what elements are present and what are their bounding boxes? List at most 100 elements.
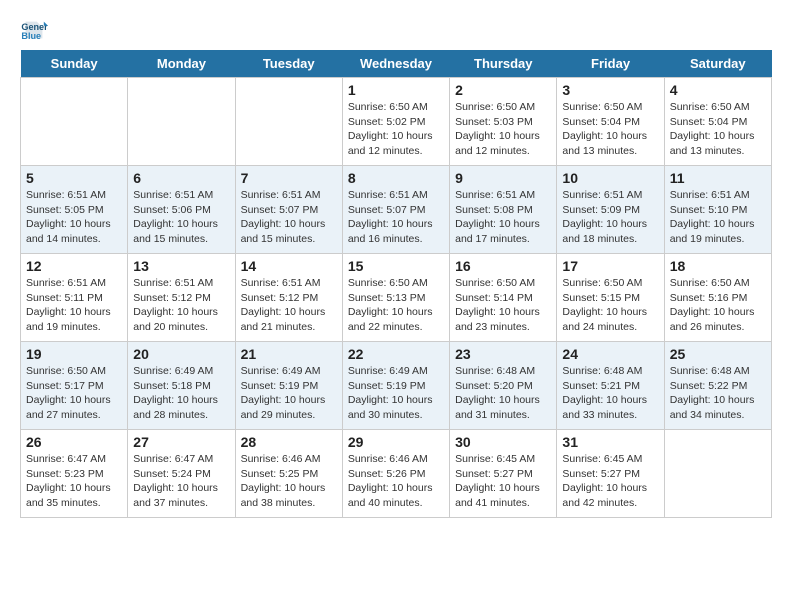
calendar-cell: 25Sunrise: 6:48 AMSunset: 5:22 PMDayligh…: [664, 342, 771, 430]
calendar-cell: 16 Sunrise: 6:50 AMSunset: 5:14 PMDayligh…: [450, 254, 557, 342]
day-number: 6: [133, 170, 229, 186]
day-info: Sunrise: 6:49 AMSunset: 5:19 PMDaylight:…: [241, 364, 337, 423]
day-info: Sunrise: 6:51 AMSunset: 5:05 PMDaylight:…: [26, 188, 122, 247]
calendar-week-row: 19 Sunrise: 6:50 AMSunset: 5:17 PMDayligh…: [21, 342, 772, 430]
day-number: 5: [26, 170, 122, 186]
weekday-header-monday: Monday: [128, 50, 235, 78]
calendar-cell: 8 Sunrise: 6:51 AMSunset: 5:07 PMDaylight…: [342, 166, 449, 254]
calendar-cell: 14Sunrise: 6:51 AMSunset: 5:12 PMDayligh…: [235, 254, 342, 342]
calendar-cell: [235, 78, 342, 166]
day-number: 22: [348, 346, 444, 362]
calendar-cell: 24Sunrise: 6:48 AMSunset: 5:21 PMDayligh…: [557, 342, 664, 430]
calendar-cell: 15 Sunrise: 6:50 AMSunset: 5:13 PMDayligh…: [342, 254, 449, 342]
calendar-week-row: 26 Sunrise: 6:47 AMSunset: 5:23 PMDayligh…: [21, 430, 772, 518]
calendar-cell: 3Sunrise: 6:50 AMSunset: 5:04 PMDaylight…: [557, 78, 664, 166]
calendar-cell: 29 Sunrise: 6:46 AMSunset: 5:26 PMDayligh…: [342, 430, 449, 518]
calendar-cell: 11 Sunrise: 6:51 AMSunset: 5:10 PMDayligh…: [664, 166, 771, 254]
day-info: Sunrise: 6:51 AMSunset: 5:12 PMDaylight:…: [241, 276, 337, 335]
day-number: 4: [670, 82, 766, 98]
weekday-header-sunday: Sunday: [21, 50, 128, 78]
day-info: Sunrise: 6:51 AMSunset: 5:07 PMDaylight:…: [348, 188, 444, 247]
day-number: 29: [348, 434, 444, 450]
day-info: Sunrise: 6:48 AMSunset: 5:20 PMDaylight:…: [455, 364, 551, 423]
calendar-cell: 2 Sunrise: 6:50 AMSunset: 5:03 PMDaylight…: [450, 78, 557, 166]
calendar-cell: 4Sunrise: 6:50 AMSunset: 5:04 PMDaylight…: [664, 78, 771, 166]
day-number: 19: [26, 346, 122, 362]
day-info: Sunrise: 6:51 AMSunset: 5:10 PMDaylight:…: [670, 188, 766, 247]
calendar-cell: 9Sunrise: 6:51 AMSunset: 5:08 PMDaylight…: [450, 166, 557, 254]
day-info: Sunrise: 6:49 AMSunset: 5:19 PMDaylight:…: [348, 364, 444, 423]
day-info: Sunrise: 6:47 AMSunset: 5:23 PMDaylight:…: [26, 452, 122, 511]
calendar-cell: 31 Sunrise: 6:45 AMSunset: 5:27 PMDayligh…: [557, 430, 664, 518]
day-number: 1: [348, 82, 444, 98]
day-info: Sunrise: 6:45 AMSunset: 5:27 PMDaylight:…: [562, 452, 658, 511]
day-info: Sunrise: 6:48 AMSunset: 5:22 PMDaylight:…: [670, 364, 766, 423]
day-number: 15: [348, 258, 444, 274]
day-number: 20: [133, 346, 229, 362]
calendar-cell: 18 Sunrise: 6:50 AMSunset: 5:16 PMDayligh…: [664, 254, 771, 342]
calendar-cell: 26 Sunrise: 6:47 AMSunset: 5:23 PMDayligh…: [21, 430, 128, 518]
day-info: Sunrise: 6:50 AMSunset: 5:13 PMDaylight:…: [348, 276, 444, 335]
calendar-cell: 12 Sunrise: 6:51 AMSunset: 5:11 PMDayligh…: [21, 254, 128, 342]
day-info: Sunrise: 6:50 AMSunset: 5:15 PMDaylight:…: [562, 276, 658, 335]
day-number: 26: [26, 434, 122, 450]
day-info: Sunrise: 6:47 AMSunset: 5:24 PMDaylight:…: [133, 452, 229, 511]
day-number: 31: [562, 434, 658, 450]
day-number: 16: [455, 258, 551, 274]
day-info: Sunrise: 6:50 AMSunset: 5:04 PMDaylight:…: [562, 100, 658, 159]
logo-icon: General Blue: [20, 16, 48, 44]
header: General Blue: [20, 16, 772, 44]
calendar-cell: 1Sunrise: 6:50 AMSunset: 5:02 PMDaylight…: [342, 78, 449, 166]
day-info: Sunrise: 6:45 AMSunset: 5:27 PMDaylight:…: [455, 452, 551, 511]
day-info: Sunrise: 6:46 AMSunset: 5:26 PMDaylight:…: [348, 452, 444, 511]
day-number: 24: [562, 346, 658, 362]
calendar-cell: [128, 78, 235, 166]
day-number: 11: [670, 170, 766, 186]
day-number: 30: [455, 434, 551, 450]
calendar-cell: 23 Sunrise: 6:48 AMSunset: 5:20 PMDayligh…: [450, 342, 557, 430]
weekday-header-tuesday: Tuesday: [235, 50, 342, 78]
calendar-cell: 7 Sunrise: 6:51 AMSunset: 5:07 PMDaylight…: [235, 166, 342, 254]
day-number: 27: [133, 434, 229, 450]
calendar-cell: 5 Sunrise: 6:51 AMSunset: 5:05 PMDaylight…: [21, 166, 128, 254]
calendar-cell: 6Sunrise: 6:51 AMSunset: 5:06 PMDaylight…: [128, 166, 235, 254]
calendar-week-row: 12 Sunrise: 6:51 AMSunset: 5:11 PMDayligh…: [21, 254, 772, 342]
weekday-header-row: SundayMondayTuesdayWednesdayThursdayFrid…: [21, 50, 772, 78]
calendar-cell: [21, 78, 128, 166]
calendar-cell: 27 Sunrise: 6:47 AMSunset: 5:24 PMDayligh…: [128, 430, 235, 518]
calendar-wrapper: General Blue SundayMondayTuesdayWednesda…: [0, 0, 792, 612]
day-info: Sunrise: 6:51 AMSunset: 5:09 PMDaylight:…: [562, 188, 658, 247]
day-info: Sunrise: 6:51 AMSunset: 5:11 PMDaylight:…: [26, 276, 122, 335]
calendar-table: SundayMondayTuesdayWednesdayThursdayFrid…: [20, 50, 772, 518]
day-info: Sunrise: 6:50 AMSunset: 5:17 PMDaylight:…: [26, 364, 122, 423]
day-info: Sunrise: 6:50 AMSunset: 5:14 PMDaylight:…: [455, 276, 551, 335]
day-number: 28: [241, 434, 337, 450]
weekday-header-wednesday: Wednesday: [342, 50, 449, 78]
weekday-header-saturday: Saturday: [664, 50, 771, 78]
day-number: 2: [455, 82, 551, 98]
svg-text:Blue: Blue: [21, 31, 41, 41]
day-number: 8: [348, 170, 444, 186]
day-info: Sunrise: 6:49 AMSunset: 5:18 PMDaylight:…: [133, 364, 229, 423]
calendar-week-row: 1Sunrise: 6:50 AMSunset: 5:02 PMDaylight…: [21, 78, 772, 166]
calendar-cell: 10 Sunrise: 6:51 AMSunset: 5:09 PMDayligh…: [557, 166, 664, 254]
day-info: Sunrise: 6:50 AMSunset: 5:16 PMDaylight:…: [670, 276, 766, 335]
day-number: 18: [670, 258, 766, 274]
calendar-week-row: 5 Sunrise: 6:51 AMSunset: 5:05 PMDaylight…: [21, 166, 772, 254]
day-number: 17: [562, 258, 658, 274]
day-number: 23: [455, 346, 551, 362]
calendar-cell: [664, 430, 771, 518]
day-number: 7: [241, 170, 337, 186]
calendar-cell: 28Sunrise: 6:46 AMSunset: 5:25 PMDayligh…: [235, 430, 342, 518]
day-number: 10: [562, 170, 658, 186]
day-number: 12: [26, 258, 122, 274]
day-info: Sunrise: 6:51 AMSunset: 5:07 PMDaylight:…: [241, 188, 337, 247]
calendar-cell: 20 Sunrise: 6:49 AMSunset: 5:18 PMDayligh…: [128, 342, 235, 430]
weekday-header-friday: Friday: [557, 50, 664, 78]
day-number: 9: [455, 170, 551, 186]
day-info: Sunrise: 6:50 AMSunset: 5:03 PMDaylight:…: [455, 100, 551, 159]
calendar-cell: 19 Sunrise: 6:50 AMSunset: 5:17 PMDayligh…: [21, 342, 128, 430]
calendar-cell: 17 Sunrise: 6:50 AMSunset: 5:15 PMDayligh…: [557, 254, 664, 342]
day-info: Sunrise: 6:51 AMSunset: 5:12 PMDaylight:…: [133, 276, 229, 335]
day-number: 21: [241, 346, 337, 362]
